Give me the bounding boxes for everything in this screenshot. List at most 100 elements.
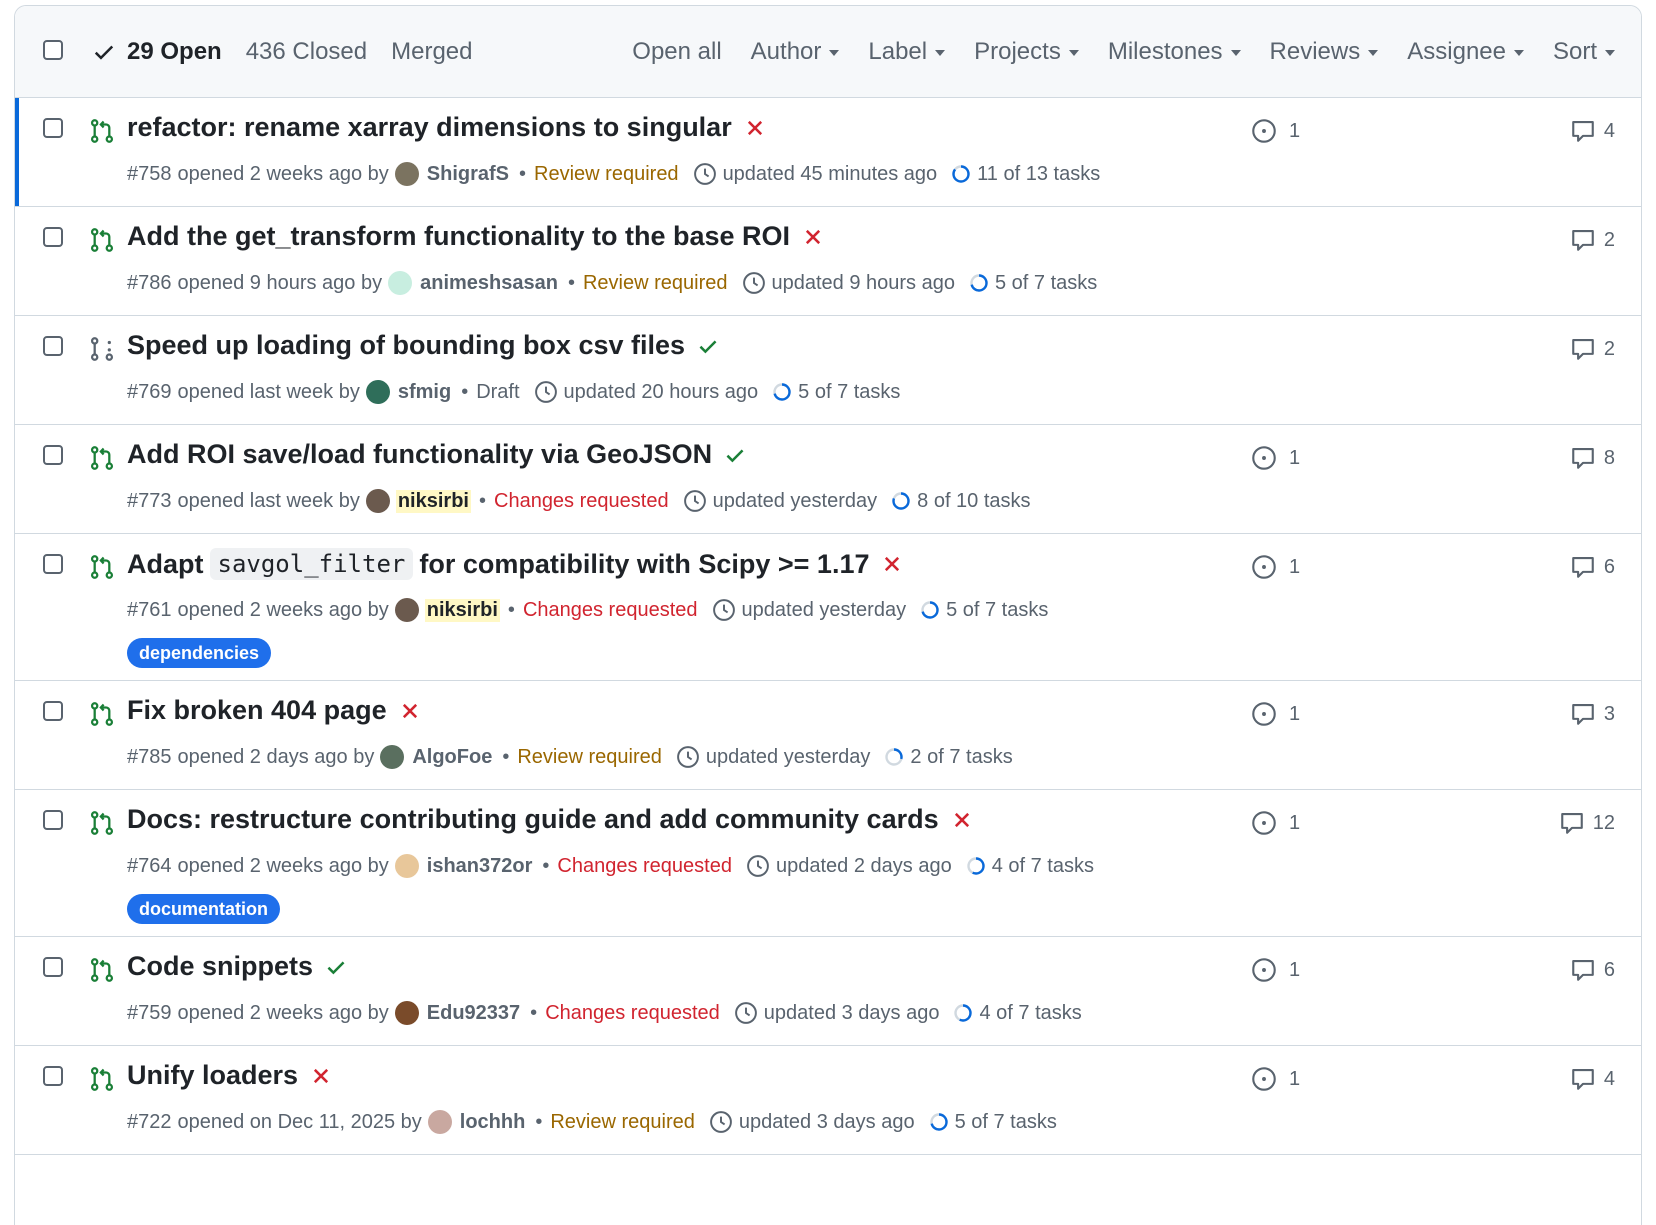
filter-assignee[interactable]: Assignee <box>1407 38 1524 66</box>
review-status[interactable]: Changes requested <box>557 855 732 878</box>
pr-opened: opened 2 weeks ago by <box>177 598 389 621</box>
tab-open[interactable]: 29 Open <box>93 38 222 66</box>
pr-checkbox[interactable] <box>43 1066 63 1086</box>
pr-title[interactable]: Docs: restructure contributing guide and… <box>127 804 939 835</box>
pr-checkbox[interactable] <box>43 957 63 977</box>
check-failed-x-icon[interactable] <box>744 117 766 139</box>
linked-issues[interactable]: 1 <box>1251 957 1300 983</box>
pr-checkbox[interactable] <box>43 810 63 830</box>
pr-title[interactable]: Add ROI save/load functionality via GeoJ… <box>127 439 712 470</box>
linked-issues[interactable]: 1 <box>1251 554 1300 580</box>
comments-link[interactable]: 8 <box>1570 445 1615 471</box>
pr-row[interactable]: Fix broken 404 page #785 opened 2 days a… <box>15 681 1641 790</box>
review-status[interactable]: Review required <box>583 272 728 295</box>
filter-label[interactable]: Label <box>868 38 946 66</box>
review-status[interactable]: Draft <box>476 381 519 404</box>
pr-author[interactable]: ishan372or <box>425 855 535 878</box>
linked-issues[interactable]: 1 <box>1251 1066 1300 1092</box>
pr-checkbox[interactable] <box>43 336 63 356</box>
avatar[interactable] <box>427 1110 452 1134</box>
avatar[interactable] <box>365 380 390 404</box>
comments-link[interactable]: 4 <box>1570 1066 1615 1092</box>
pr-author[interactable]: niksirbi <box>395 489 471 513</box>
comments-link[interactable]: 6 <box>1570 554 1615 580</box>
pr-row[interactable]: Docs: restructure contributing guide and… <box>15 790 1641 937</box>
filter-projects[interactable]: Projects <box>974 38 1079 66</box>
pr-row[interactable]: refactor: rename xarray dimensions to si… <box>15 98 1641 207</box>
pr-author[interactable]: sfmig <box>396 381 453 404</box>
pr-checkbox[interactable] <box>43 445 63 465</box>
pr-title[interactable]: for compatibility with Scipy >= 1.17 <box>419 549 869 580</box>
pr-title-code[interactable]: savgol_filter <box>209 548 414 580</box>
pr-author[interactable]: AlgoFoe <box>410 746 494 769</box>
label-documentation[interactable]: documentation <box>127 894 280 924</box>
check-failed-x-icon[interactable] <box>951 809 973 831</box>
pr-row[interactable]: Code snippets #759 opened 2 weeks ago by… <box>15 937 1641 1046</box>
select-all-checkbox[interactable] <box>43 40 63 60</box>
comments-link[interactable]: 2 <box>1570 227 1615 253</box>
filter-author[interactable]: Author <box>751 38 840 66</box>
linked-issues[interactable]: 1 <box>1251 701 1300 727</box>
avatar[interactable] <box>380 745 405 769</box>
pr-author[interactable]: animeshsasan <box>418 272 560 295</box>
pr-checkbox[interactable] <box>43 554 63 574</box>
linked-issues[interactable]: 1 <box>1251 810 1300 836</box>
check-failed-x-icon[interactable] <box>881 553 903 575</box>
pr-title[interactable]: refactor: rename xarray dimensions to si… <box>127 112 732 143</box>
pr-title[interactable]: Code snippets <box>127 951 313 982</box>
tab-merged[interactable]: Merged <box>391 38 472 66</box>
linked-issues[interactable]: 1 <box>1251 118 1300 144</box>
review-status[interactable]: Changes requested <box>523 599 698 622</box>
review-status[interactable]: Review required <box>534 163 679 186</box>
comments-link[interactable]: 4 <box>1570 118 1615 144</box>
pr-row[interactable]: Speed up loading of bounding box csv fil… <box>15 316 1641 425</box>
check-passed-icon[interactable] <box>697 335 719 357</box>
avatar[interactable] <box>388 271 413 295</box>
pr-author[interactable]: lochhh <box>458 1111 528 1134</box>
linked-issues[interactable]: 1 <box>1251 445 1300 471</box>
pr-checkbox[interactable] <box>43 701 63 721</box>
filter-sort[interactable]: Sort <box>1553 38 1615 66</box>
pr-row[interactable]: Adapt savgol_filter for compatibility with… <box>15 534 1641 681</box>
pr-author[interactable]: Edu92337 <box>425 1002 522 1025</box>
check-passed-icon[interactable] <box>325 956 347 978</box>
avatar[interactable] <box>394 598 419 622</box>
pr-updated: updated 45 minutes ago <box>722 162 938 185</box>
pr-title[interactable]: Speed up loading of bounding box csv fil… <box>127 330 685 361</box>
comments-link[interactable]: 6 <box>1570 957 1615 983</box>
comments-link[interactable]: 3 <box>1570 701 1615 727</box>
pr-title[interactable]: Fix broken 404 page <box>127 695 387 726</box>
comments-link[interactable]: 12 <box>1559 810 1615 836</box>
check-failed-x-icon[interactable] <box>310 1065 332 1087</box>
comment-icon <box>1572 1069 1594 1090</box>
filter-reviews[interactable]: Reviews <box>1270 38 1379 66</box>
pr-author[interactable]: niksirbi <box>424 598 500 622</box>
avatar[interactable] <box>394 1001 419 1025</box>
pr-row[interactable]: Unify loaders #722 opened on Dec 11, 202… <box>15 1046 1641 1155</box>
pr-title[interactable]: Adapt <box>127 549 204 580</box>
tab-closed[interactable]: 436 Closed <box>246 38 367 66</box>
avatar[interactable] <box>394 854 419 878</box>
pr-title[interactable]: Unify loaders <box>127 1060 298 1091</box>
check-failed-x-icon[interactable] <box>802 226 824 248</box>
pr-checkbox[interactable] <box>43 118 63 138</box>
avatar[interactable] <box>394 162 419 186</box>
filter-milestones[interactable]: Milestones <box>1108 38 1241 66</box>
filter-open-all[interactable]: Open all <box>632 38 721 66</box>
check-failed-x-icon[interactable] <box>399 700 421 722</box>
label-dependencies[interactable]: dependencies <box>127 638 272 668</box>
review-status[interactable]: Review required <box>517 746 662 769</box>
caret-down-icon <box>1605 50 1615 56</box>
check-passed-icon[interactable] <box>724 444 746 466</box>
avatar[interactable] <box>365 489 390 513</box>
review-status[interactable]: Changes requested <box>494 490 669 513</box>
review-status[interactable]: Changes requested <box>545 1002 720 1025</box>
review-status[interactable]: Review required <box>550 1111 695 1134</box>
pr-row[interactable]: Add the get_transform functionality to t… <box>15 207 1641 316</box>
pr-checkbox[interactable] <box>43 227 63 247</box>
issue-icon <box>1252 1067 1276 1091</box>
comments-link[interactable]: 2 <box>1570 336 1615 362</box>
pr-author[interactable]: ShigrafS <box>425 163 511 186</box>
pr-title[interactable]: Add the get_transform functionality to t… <box>127 221 790 252</box>
pr-row[interactable]: Add ROI save/load functionality via GeoJ… <box>15 425 1641 534</box>
